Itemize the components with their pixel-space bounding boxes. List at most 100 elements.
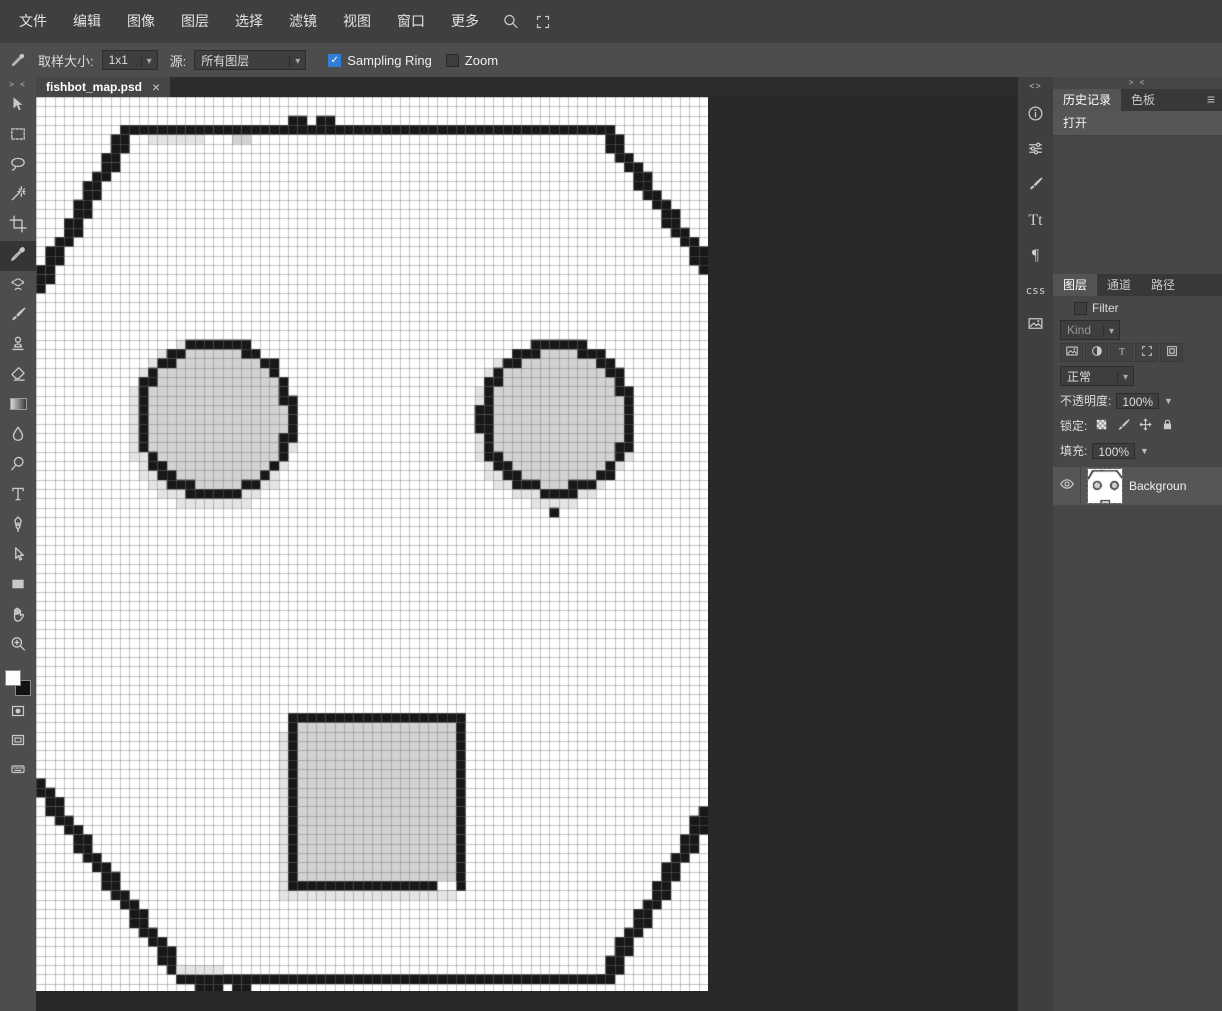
filter-shape[interactable] [1135,342,1158,362]
lock-position[interactable] [1136,416,1155,435]
eyedropper-icon [10,52,26,68]
filter-image[interactable] [1060,342,1083,362]
sample-size-select[interactable]: 1x1 [101,50,158,70]
lock-label: 锁定: [1060,419,1088,433]
menu-item[interactable]: 窗口 [384,0,438,43]
image-panel-toggle[interactable] [1018,309,1053,342]
menu-item[interactable]: 更多 [438,0,492,43]
fullscreen-icon[interactable] [535,14,551,30]
layer-thumbnail[interactable] [1087,468,1123,504]
panel-collapse[interactable]: > < [1053,77,1222,89]
filter-smart[interactable] [1160,342,1183,362]
menu-item[interactable]: 文件 [6,0,60,43]
source-select[interactable]: 所有图层 [194,50,307,70]
menu-bar: 文件 编辑 图像 图层 选择 滤镜 视图 窗口 更多 [0,0,1222,43]
foreground-color-swatch[interactable] [5,670,21,686]
brush-panel-toggle[interactable] [1018,169,1053,202]
path-select-tool[interactable] [0,541,36,571]
opacity-dropdown-icon[interactable]: ▼ [1164,396,1173,406]
color-swatches[interactable] [4,669,32,697]
fill-value[interactable]: 100% [1092,442,1136,459]
paragraph-panel-toggle[interactable]: ¶ [1018,239,1053,272]
magic-wand-tool[interactable] [0,181,36,211]
history-entry[interactable]: 打开 [1053,111,1222,136]
move-tool[interactable] [0,91,36,121]
lock-transparency[interactable] [1092,416,1111,435]
filter-adjustment[interactable] [1085,342,1108,362]
tab-路径[interactable]: 路径 [1141,274,1185,296]
document-tab[interactable]: fishbot_map.psd × [36,77,171,97]
info-panel-toggle[interactable] [1018,99,1053,132]
adjustments-panel-toggle[interactable] [1018,134,1053,167]
panel-menu-icon[interactable]: ≡ [1207,89,1215,109]
chevron-down-icon [134,53,155,67]
sampling-ring-checkbox[interactable]: ✓ [328,53,342,67]
pathsel-icon [9,545,27,568]
blend-mode-select[interactable]: 正常 [1060,366,1134,386]
css-panel-toggle[interactable]: css [1018,274,1053,307]
clone-stamp-tool[interactable] [0,331,36,361]
history-panel-tabs: 历史记录 色板 ≡ [1053,89,1222,111]
zoom-tool[interactable] [0,631,36,661]
tab-色板[interactable]: 色板 [1121,89,1165,111]
type-tool[interactable] [0,481,36,511]
menu-item[interactable]: 选择 [222,0,276,43]
close-tab-icon[interactable]: × [152,80,160,94]
hand-icon [9,605,27,628]
lock-all[interactable] [1158,416,1177,435]
kind-select[interactable]: Kind [1060,320,1120,340]
dock-buttons: Tt ¶ css [1018,99,1053,344]
brush-icon [9,305,27,328]
layer-visibility-toggle[interactable] [1053,467,1081,505]
pen-icon [9,515,27,538]
zoom-checkbox[interactable] [445,53,459,67]
toolbar-collapse[interactable]: > < [9,77,27,91]
tab-通道[interactable]: 通道 [1097,274,1141,296]
pen-tool[interactable] [0,511,36,541]
fill-dropdown-icon[interactable]: ▼ [1140,446,1149,456]
right-panel: > < 历史记录色板 ≡ 打开 图层通道路径 Filter Kind T 正常 不… [1053,77,1222,1011]
brush-tool[interactable] [0,301,36,331]
shape-tool[interactable] [0,571,36,601]
tab-图层[interactable]: 图层 [1053,274,1098,296]
menu-item[interactable]: 滤镜 [276,0,330,43]
lock-buttons [1092,416,1177,435]
lasso-tool[interactable] [0,151,36,181]
eraser-tool[interactable] [0,361,36,391]
filter-checkbox[interactable] [1074,301,1087,315]
lock-paint[interactable] [1114,416,1133,435]
canvas-area: fishbot_map.psd × [36,77,1018,1011]
quick-mask-toggle[interactable] [0,700,36,726]
dock-collapse[interactable]: <> [1029,77,1042,99]
healing-tool[interactable] [0,271,36,301]
filter-type[interactable]: T [1110,342,1133,362]
menu-item[interactable]: 视图 [330,0,384,43]
crop-icon [9,214,27,238]
document-tab-strip: fishbot_map.psd × [36,77,1018,97]
hand-tool[interactable] [0,601,36,631]
brush-icon [1027,175,1044,197]
dodge-tool[interactable] [0,451,36,481]
menu-item[interactable]: 图像 [114,0,168,43]
eyedropper-tool[interactable] [0,241,36,271]
healing-icon [9,275,27,298]
menu-item[interactable]: 编辑 [60,0,114,43]
keyboard-shortcuts[interactable] [0,758,36,784]
menu-item[interactable]: 图层 [168,0,222,43]
filter-label: Filter [1092,301,1119,315]
blur-tool[interactable] [0,421,36,451]
toolbar-extras [0,697,36,784]
search-icon[interactable] [502,13,519,30]
stamp-icon [9,335,27,358]
rectangle-select-tool[interactable] [0,121,36,151]
chevron-down-icon [282,53,303,67]
character-panel-toggle[interactable]: Tt [1018,204,1053,237]
tab-历史记录[interactable]: 历史记录 [1053,89,1122,111]
qmask-icon [10,703,26,724]
screen-mode-toggle[interactable] [0,729,36,755]
layer-row[interactable]: Background [1053,467,1222,505]
crop-tool[interactable] [0,211,36,241]
document-canvas[interactable] [36,97,708,991]
gradient-tool[interactable] [0,391,36,421]
opacity-value[interactable]: 100% [1116,392,1160,409]
